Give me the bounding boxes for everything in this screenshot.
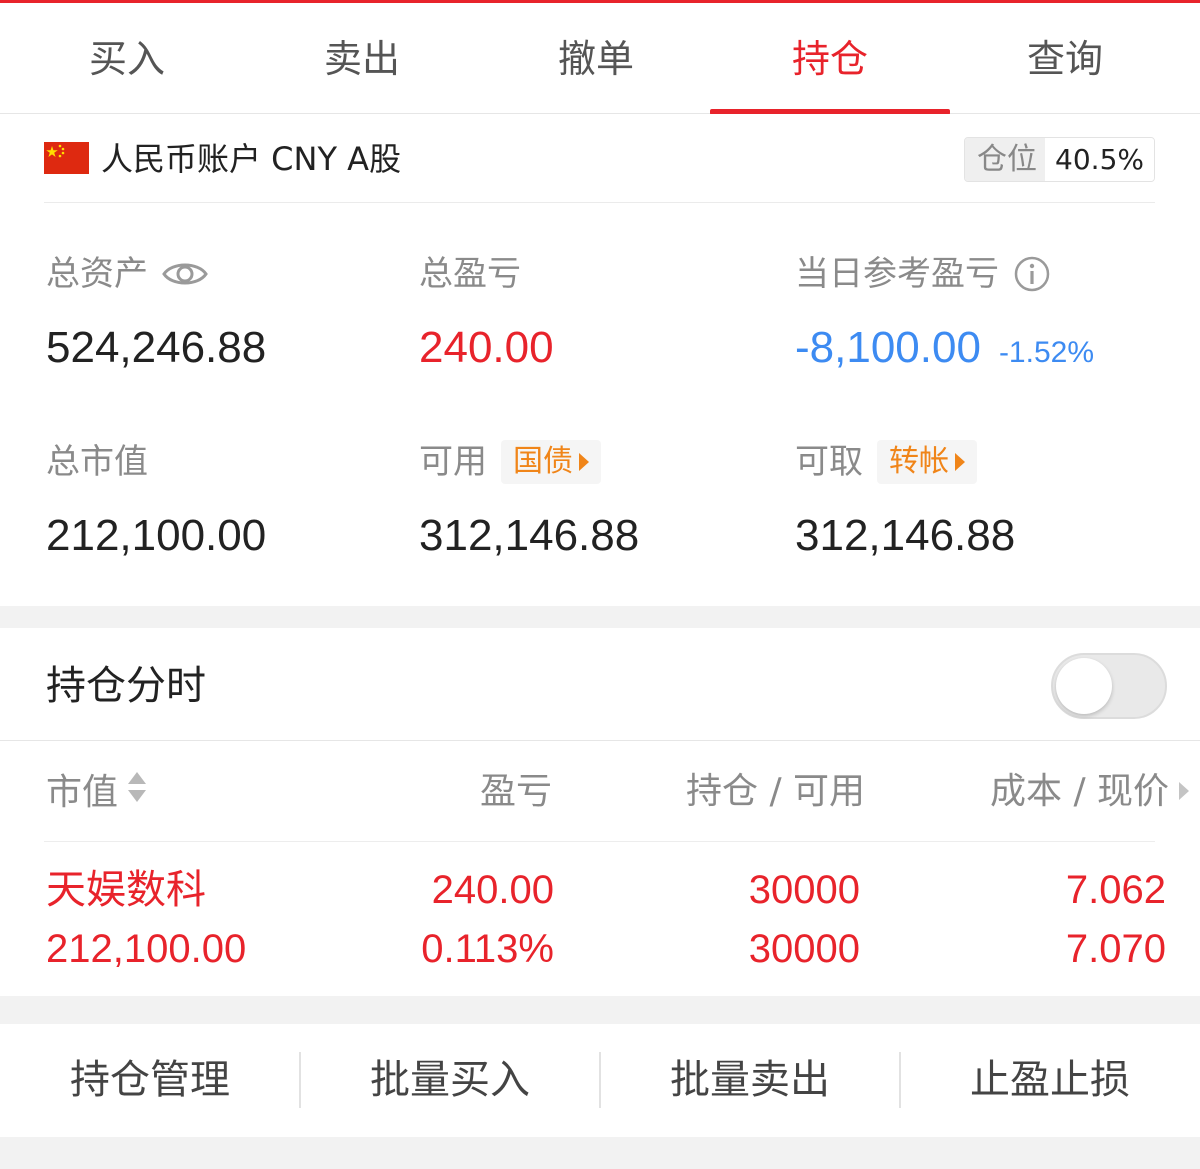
batch-buy-button[interactable]: 批量买入 bbox=[300, 1024, 600, 1137]
total-pnl-value: 240.00 bbox=[419, 323, 554, 372]
caret-right-icon bbox=[955, 453, 965, 471]
batch-sell-button[interactable]: 批量卖出 bbox=[600, 1024, 900, 1137]
account-name: 人民币账户 CNY A股 bbox=[101, 140, 402, 178]
total-assets-value: 524,246.88 bbox=[46, 323, 267, 372]
stock-market-value: 212,100.00 bbox=[46, 927, 247, 971]
column-market-value-label: 市值 bbox=[46, 772, 119, 813]
tab-cancel-order[interactable]: 撤单 bbox=[476, 3, 716, 114]
tab-positions[interactable]: 持仓 bbox=[710, 3, 950, 114]
column-market-value[interactable]: 市值 bbox=[46, 769, 148, 817]
metric-withdrawable: 可取 转帐 312,146.88 bbox=[795, 440, 1015, 564]
withdrawable-label: 可取 bbox=[795, 442, 863, 482]
holdings-section: 持仓分时 市值 盈亏 持仓 / 可用 成本 / 现价 天娱数科 212,100.… bbox=[0, 628, 1200, 996]
stock-cost: 7.062 bbox=[1065, 868, 1166, 912]
toggle-knob bbox=[1056, 658, 1112, 714]
available-label: 可用 bbox=[419, 442, 487, 482]
metric-market-value: 总市值 212,100.00 bbox=[46, 440, 266, 564]
tab-buy[interactable]: 买入 bbox=[7, 3, 247, 114]
stock-price: 7.070 bbox=[1065, 927, 1166, 971]
sort-icon bbox=[126, 769, 148, 817]
metric-daily-pnl: 当日参考盈亏 -8,100.00 -1.52% bbox=[795, 252, 1094, 381]
account-summary: 人民币账户 CNY A股 仓位 40.5% 总资产 524,246.88 总盈亏… bbox=[0, 114, 1200, 606]
china-flag-icon bbox=[44, 142, 89, 174]
position-management-button[interactable]: 持仓管理 bbox=[0, 1024, 300, 1137]
info-icon[interactable] bbox=[1013, 255, 1051, 293]
daily-pnl-label: 当日参考盈亏 bbox=[795, 254, 999, 294]
take-profit-stop-loss-button[interactable]: 止盈止损 bbox=[900, 1024, 1200, 1137]
withdrawable-value: 312,146.88 bbox=[795, 511, 1016, 560]
tab-sell[interactable]: 卖出 bbox=[242, 3, 482, 114]
position-ratio-badge: 仓位 40.5% bbox=[964, 137, 1155, 182]
holdings-header: 持仓分时 bbox=[0, 628, 1200, 741]
intraday-toggle[interactable] bbox=[1051, 653, 1167, 719]
chevron-right-icon bbox=[1177, 769, 1191, 815]
total-assets-label: 总资产 bbox=[46, 254, 148, 294]
transfer-button[interactable]: 转帐 bbox=[877, 440, 977, 484]
available-value: 312,146.88 bbox=[419, 511, 640, 560]
column-position-available: 持仓 / 可用 bbox=[686, 771, 866, 812]
column-cost-price-label: 成本 / 现价 bbox=[990, 771, 1170, 812]
metric-total-pnl: 总盈亏 240.00 bbox=[419, 252, 554, 376]
column-pnl: 盈亏 bbox=[480, 771, 553, 812]
trade-tab-bar: 买入 卖出 撤单 持仓 查询 bbox=[0, 3, 1200, 115]
position-ratio-value: 40.5% bbox=[1045, 138, 1154, 181]
metric-total-assets: 总资产 524,246.88 bbox=[46, 252, 266, 376]
daily-pnl-value: -8,100.00 bbox=[795, 323, 981, 372]
stock-available: 30000 bbox=[748, 927, 860, 971]
transfer-label: 转帐 bbox=[889, 444, 949, 479]
holdings-table-header: 市值 盈亏 持仓 / 可用 成本 / 现价 bbox=[44, 741, 1190, 842]
stock-position: 30000 bbox=[748, 868, 860, 912]
metric-available: 可用 国债 312,146.88 bbox=[419, 440, 639, 564]
daily-pnl-percent: -1.52% bbox=[998, 336, 1094, 369]
market-value-label: 总市值 bbox=[46, 442, 148, 482]
table-row[interactable]: 天娱数科 212,100.00 240.00 0.113% 30000 3000… bbox=[44, 842, 1166, 996]
position-ratio-label: 仓位 bbox=[965, 138, 1046, 181]
stock-name: 天娱数科 bbox=[46, 867, 206, 913]
total-pnl-label: 总盈亏 bbox=[419, 254, 521, 294]
stock-pnl-percent: 0.113% bbox=[421, 927, 554, 971]
position-action-bar: 持仓管理 批量买入 批量卖出 止盈止损 bbox=[0, 1024, 1200, 1137]
column-cost-price[interactable]: 成本 / 现价 bbox=[990, 769, 1191, 815]
eye-icon[interactable] bbox=[162, 258, 208, 290]
account-row[interactable]: 人民币账户 CNY A股 仓位 40.5% bbox=[44, 114, 1155, 203]
treasury-bond-label: 国债 bbox=[513, 444, 573, 479]
tab-query[interactable]: 查询 bbox=[945, 3, 1185, 114]
caret-right-icon bbox=[579, 453, 589, 471]
market-value-value: 212,100.00 bbox=[46, 511, 267, 560]
stock-pnl: 240.00 bbox=[431, 868, 554, 912]
holdings-title: 持仓分时 bbox=[46, 663, 206, 709]
treasury-bond-button[interactable]: 国债 bbox=[501, 440, 601, 484]
